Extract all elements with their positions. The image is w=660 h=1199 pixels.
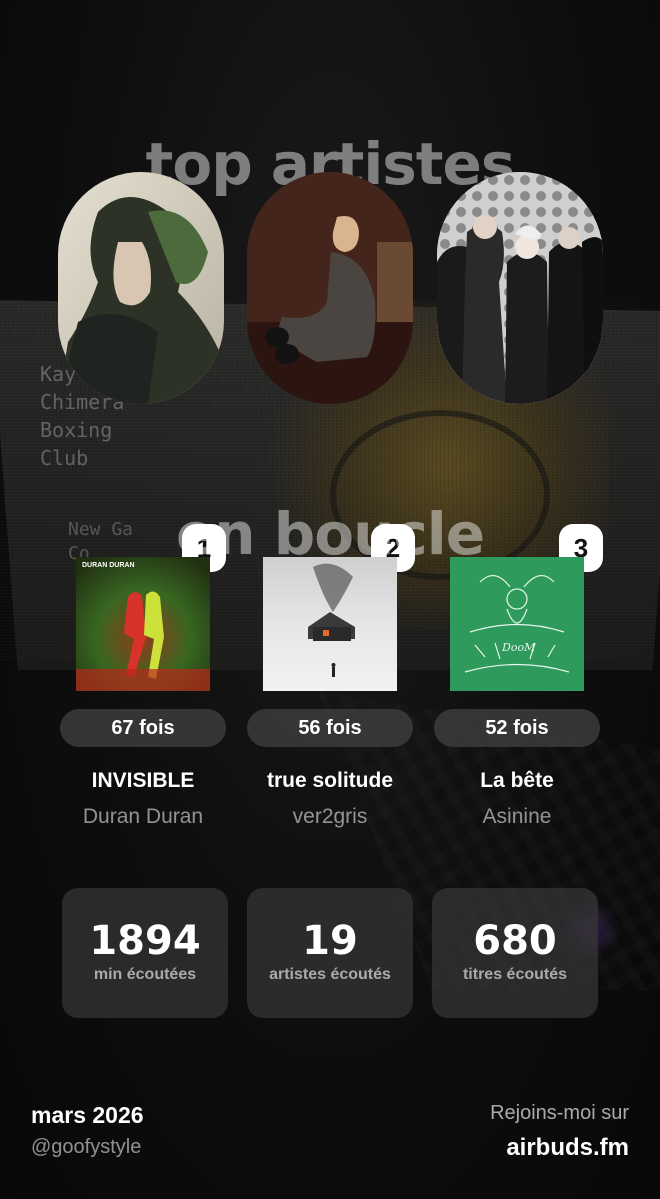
join-text: Rejoins-moi sur (490, 1102, 629, 1124)
period-label: mars 2026 (31, 1102, 144, 1128)
svg-text:DooM: DooM (501, 641, 536, 654)
stat-minutes: 1894 min écoutées (62, 888, 228, 1018)
track-card-1[interactable]: DURAN DURAN 67 fois INVISIBLE Duran Dura… (60, 557, 226, 829)
track-artist: ver2gris (292, 805, 368, 828)
stat-value: 19 (302, 918, 358, 964)
artist-photo (437, 172, 603, 404)
artist-card-1[interactable]: 1 Asinine (58, 172, 226, 619)
artist-card-2[interactable]: 2 Jaymee (247, 172, 415, 619)
track-title: INVISIBLE (91, 769, 195, 792)
track-artist: Duran Duran (82, 805, 204, 828)
site-link[interactable]: airbuds.fm (506, 1134, 629, 1162)
play-count: 56 fois (247, 709, 413, 747)
play-count: 52 fois (434, 709, 600, 747)
album-cover: DURAN DURAN (76, 557, 210, 691)
artist-photo (58, 172, 224, 404)
track-title: true solitude (266, 769, 393, 792)
stat-label: titres écoutés (462, 966, 568, 983)
artist-photo (247, 172, 413, 404)
stat-label: min écoutées (93, 966, 197, 983)
svg-text:DURAN DURAN: DURAN DURAN (82, 562, 135, 569)
stat-artists: 19 artistes écoutés (247, 888, 413, 1018)
album-cover: DooM (450, 557, 584, 691)
stat-label: artistes écoutés (269, 966, 391, 983)
track-title: La bête (480, 769, 554, 792)
stat-tracks: 680 titres écoutés (432, 888, 598, 1018)
track-artist: Asinine (482, 805, 552, 828)
album-cover (263, 557, 397, 691)
stat-value: 680 (473, 918, 557, 964)
play-count: 67 fois (60, 709, 226, 747)
stat-value: 1894 (89, 918, 201, 964)
track-card-2[interactable]: 56 fois true solitude ver2gris (247, 557, 413, 829)
username[interactable]: @goofystyle (31, 1136, 141, 1159)
track-card-3[interactable]: DooM 52 fois La bête Asinine (434, 557, 600, 829)
artist-card-3[interactable]: 3 Duran Duran (437, 172, 603, 619)
